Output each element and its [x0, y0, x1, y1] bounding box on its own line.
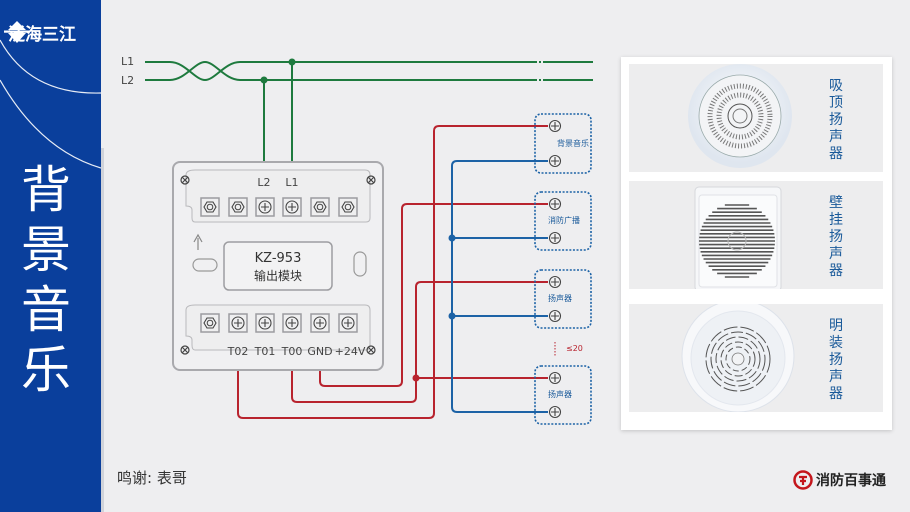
module-model: KZ-953 — [255, 251, 302, 266]
speaker-box: 消防广播 — [534, 191, 592, 251]
l1-label: L1 — [121, 55, 134, 68]
terminal-top — [310, 197, 330, 217]
speaker-label: 扬声器 — [548, 389, 572, 399]
speaker-box: 扬声器 — [534, 365, 592, 425]
terminal-top — [228, 197, 248, 217]
label-char: 扬 — [829, 112, 843, 128]
terminal-label-t02: T02 — [227, 345, 249, 358]
label-char: 声 — [829, 246, 843, 262]
product-label: 明 装 扬 声 器 — [826, 318, 846, 403]
credit-text: 鸣谢: 表哥 — [117, 469, 187, 487]
product-card-wall: 壁 挂 扬 声 器 — [629, 181, 883, 289]
l2-label: L2 — [121, 74, 134, 87]
speaker-label: 消防广播 — [548, 215, 580, 225]
terminal-top — [200, 197, 220, 217]
l1-junction — [288, 58, 296, 66]
footer-logo-name: 消防百事通 — [816, 473, 886, 489]
label-char: 明 — [829, 318, 843, 334]
l1-line — [145, 61, 535, 82]
terminal-label-t00: T00 — [281, 345, 303, 358]
label-char: 声 — [829, 369, 843, 385]
blue-junction — [448, 312, 456, 320]
blue-junction — [448, 234, 456, 242]
terminal-label-24v: +24V — [335, 345, 366, 358]
product-card-surface: 明 装 扬 声 器 — [629, 304, 883, 412]
terminal-bottom — [200, 313, 220, 333]
speaker-label: 扬声器 — [548, 293, 572, 303]
speaker-label: 背景音乐 — [557, 138, 589, 148]
label-char: 壁 — [829, 195, 843, 211]
footer-logo: 消防百事通 — [793, 470, 886, 490]
product-label: 吸 顶 扬 声 器 — [826, 78, 846, 163]
terminal-label-gnd: GND — [307, 345, 332, 358]
fire-logo-icon — [793, 470, 813, 490]
product-label: 壁 挂 扬 声 器 — [826, 195, 846, 280]
red-junction — [412, 374, 420, 382]
label-char: 器 — [829, 386, 843, 402]
terminal-top — [338, 197, 358, 217]
label-char: 吸 — [829, 78, 843, 94]
l2-line — [145, 60, 535, 81]
terminal-top — [255, 197, 275, 217]
terminal-bottom — [282, 313, 302, 333]
terminal-label-t01: T01 — [254, 345, 276, 358]
terminal-bottom — [338, 313, 358, 333]
label-char: 挂 — [829, 212, 843, 228]
terminal-top — [282, 197, 302, 217]
label-char: 装 — [829, 335, 843, 351]
terminal-bottom — [228, 313, 248, 333]
signal-wires-blue — [451, 160, 548, 413]
label-char: 器 — [829, 146, 843, 162]
label-char: 扬 — [829, 352, 843, 368]
label-char: 顶 — [829, 95, 843, 111]
terminal-label-l1: L1 — [285, 176, 298, 189]
wire-common — [451, 160, 548, 413]
spacing-note: ≤20 — [566, 344, 583, 353]
power-lines — [145, 60, 593, 170]
label-char: 器 — [829, 263, 843, 279]
l2-junction — [260, 76, 268, 84]
product-card-ceiling: 吸 顶 扬 声 器 — [629, 64, 883, 172]
label-char: 声 — [829, 129, 843, 145]
label-char: 扬 — [829, 229, 843, 245]
output-module: KZ-953 输出模块 L2 L1 T02 T01 T00 GND +24V — [172, 161, 384, 371]
speaker-box: 背景音乐 — [534, 113, 592, 174]
module-name: 输出模块 — [254, 268, 302, 283]
terminal-bottom — [255, 313, 275, 333]
product-panel: 吸 顶 扬 声 器 壁 挂 扬 声 器 明 装 扬 声 器 — [621, 57, 892, 430]
speaker-box: 扬声器 — [534, 269, 592, 329]
terminal-label-l2: L2 — [257, 176, 270, 189]
terminal-bottom — [310, 313, 330, 333]
